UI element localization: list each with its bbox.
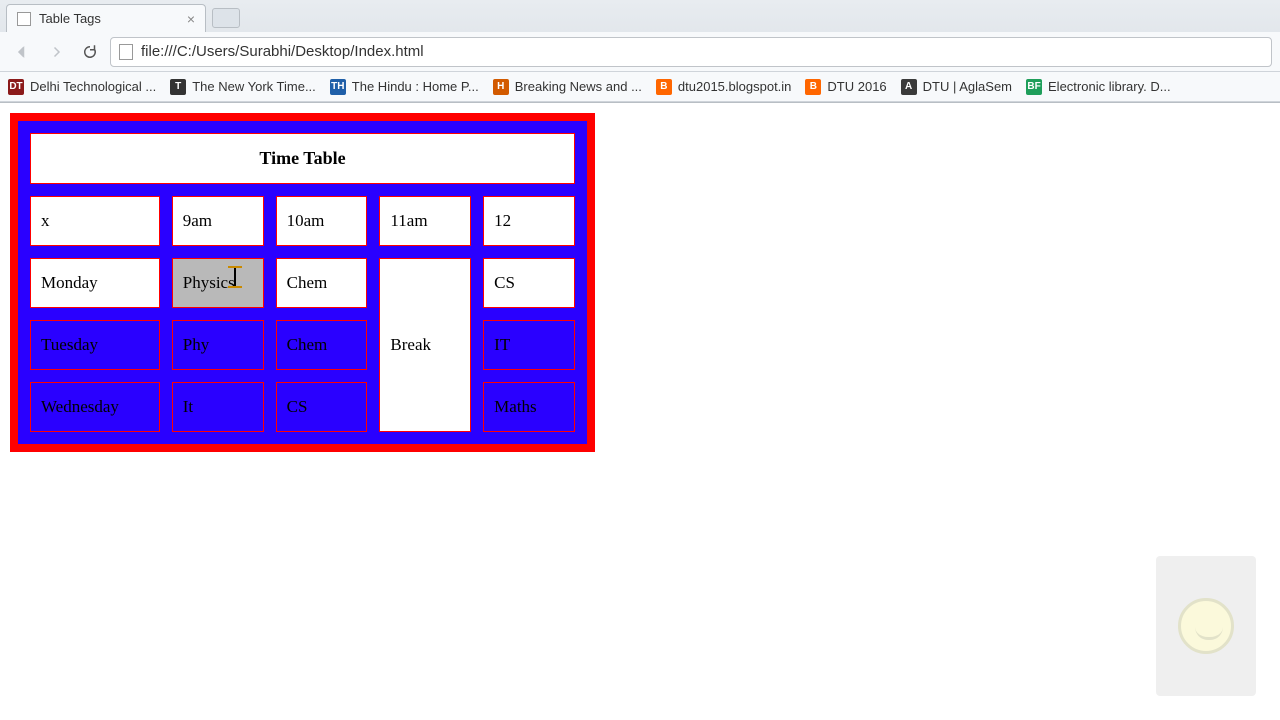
- bookmark-label: Breaking News and ...: [515, 79, 642, 94]
- bookmark-label: Electronic library. D...: [1048, 79, 1171, 94]
- day-cell: Monday: [30, 258, 160, 308]
- url-bar[interactable]: file:///C:/Users/Surabhi/Desktop/Index.h…: [110, 37, 1272, 67]
- new-tab-button[interactable]: [212, 8, 240, 28]
- bookmark-label: DTU 2016: [827, 79, 886, 94]
- bookmark-item[interactable]: Bdtu2015.blogspot.in: [656, 79, 791, 95]
- browser-toolbar: file:///C:/Users/Surabhi/Desktop/Index.h…: [0, 32, 1280, 72]
- bookmark-item[interactable]: TH The Hindu : Home P...: [330, 79, 479, 95]
- cell: IT: [483, 320, 575, 370]
- bookmark-item[interactable]: DT Delhi Technological ...: [8, 79, 156, 95]
- header-cell: x: [30, 196, 160, 246]
- cell: It: [172, 382, 264, 432]
- table-row: Monday Physics Chem Break CS: [30, 258, 575, 308]
- bookmark-favicon: T: [170, 79, 186, 95]
- tab-favicon: [17, 12, 31, 26]
- browser-tab[interactable]: Table Tags ×: [6, 4, 206, 32]
- bookmark-item[interactable]: B DTU 2016: [805, 79, 886, 95]
- bookmark-favicon: BF: [1026, 79, 1042, 95]
- header-cell: 9am: [172, 196, 264, 246]
- header-cell: 12: [483, 196, 575, 246]
- table-row: Tuesday Phy Chem IT: [30, 320, 575, 370]
- forward-button[interactable]: [42, 38, 70, 66]
- header-cell: 10am: [276, 196, 368, 246]
- bookmark-favicon: B: [805, 79, 821, 95]
- page-icon: [119, 44, 133, 60]
- table-caption: Time Table: [30, 133, 575, 184]
- cell-break: Break: [379, 258, 471, 432]
- bookmark-item[interactable]: T The New York Time...: [170, 79, 316, 95]
- reload-icon: [81, 43, 99, 61]
- bookmark-label: DTU | AglaSem: [923, 79, 1012, 94]
- tab-title: Table Tags: [39, 11, 101, 26]
- bookmark-favicon: H: [493, 79, 509, 95]
- cell: CS: [483, 258, 575, 308]
- bulb-icon: [1178, 598, 1234, 654]
- bookmark-label: Delhi Technological ...: [30, 79, 156, 94]
- close-icon[interactable]: ×: [187, 12, 195, 26]
- tab-strip: Table Tags ×: [0, 0, 1280, 32]
- cell: Maths: [483, 382, 575, 432]
- bookmark-label: dtu2015.blogspot.in: [678, 79, 791, 94]
- back-button[interactable]: [8, 38, 36, 66]
- bookmark-favicon: DT: [8, 79, 24, 95]
- cell: CS: [276, 382, 368, 432]
- table-row: Wednesday It CS Maths: [30, 382, 575, 432]
- header-cell: 11am: [379, 196, 471, 246]
- reload-button[interactable]: [76, 38, 104, 66]
- cell: Chem: [276, 258, 368, 308]
- timetable: Time Table x 9am 10am 11am 12 Monday Phy…: [10, 113, 595, 452]
- bookmarks-bar: DT Delhi Technological ... T The New York T…: [0, 72, 1280, 102]
- browser-chrome: Table Tags × file:///C:/Users/Surabhi/De…: [0, 0, 1280, 103]
- cell: Phy: [172, 320, 264, 370]
- bookmark-favicon: TH: [330, 79, 346, 95]
- bookmark-item[interactable]: A DTU | AglaSem: [901, 79, 1012, 95]
- arrow-right-icon: [47, 43, 65, 61]
- cell-physics[interactable]: Physics: [172, 258, 264, 308]
- bookmark-favicon: A: [901, 79, 917, 95]
- bookmark-item[interactable]: BF Electronic library. D...: [1026, 79, 1171, 95]
- arrow-left-icon: [13, 43, 31, 61]
- day-cell: Tuesday: [30, 320, 160, 370]
- day-cell: Wednesday: [30, 382, 160, 432]
- bookmark-label: The Hindu : Home P...: [352, 79, 479, 94]
- watermark-logo: [1156, 556, 1256, 696]
- page-content: Time Table x 9am 10am 11am 12 Monday Phy…: [0, 103, 1280, 462]
- bookmark-favicon: B: [656, 79, 672, 95]
- bookmark-item[interactable]: H Breaking News and ...: [493, 79, 642, 95]
- table-header-row: x 9am 10am 11am 12: [30, 196, 575, 246]
- cell: Chem: [276, 320, 368, 370]
- bookmark-label: The New York Time...: [192, 79, 316, 94]
- url-text: file:///C:/Users/Surabhi/Desktop/Index.h…: [141, 43, 424, 60]
